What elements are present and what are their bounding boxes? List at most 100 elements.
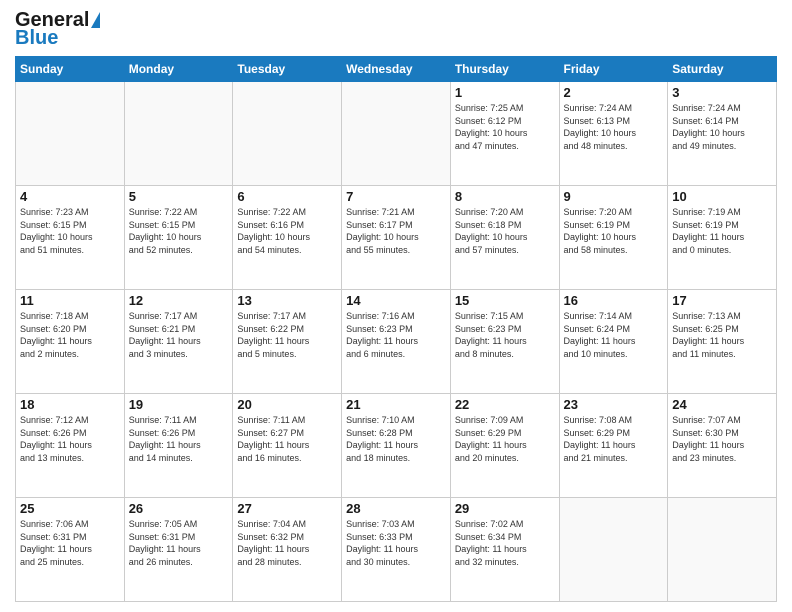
day-info: Sunrise: 7:11 AM Sunset: 6:26 PM Dayligh… xyxy=(129,414,229,464)
day-info: Sunrise: 7:23 AM Sunset: 6:15 PM Dayligh… xyxy=(20,206,120,256)
calendar-cell xyxy=(233,82,342,186)
calendar-cell: 3 Sunrise: 7:24 AM Sunset: 6:14 PM Daylig… xyxy=(668,82,777,186)
day-number: 2 xyxy=(564,85,664,100)
day-info: Sunrise: 7:14 AM Sunset: 6:24 PM Dayligh… xyxy=(564,310,664,360)
day-info: Sunrise: 7:15 AM Sunset: 6:23 PM Dayligh… xyxy=(455,310,555,360)
calendar-cell: 24Sunrise: 7:07 AM Sunset: 6:30 PM Dayli… xyxy=(668,394,777,498)
day-number: 9 xyxy=(564,189,664,204)
calendar-cell xyxy=(668,498,777,602)
day-info: Sunrise: 7:16 AM Sunset: 6:23 PM Dayligh… xyxy=(346,310,446,360)
calendar-cell: 22 Sunrise: 7:09 AM Sunset: 6:29 PM Dayli… xyxy=(450,394,559,498)
day-info: Sunrise: 7:24 AM Sunset: 6:14 PM Dayligh… xyxy=(672,102,772,152)
calendar-cell xyxy=(124,82,233,186)
calendar-cell: 16 Sunrise: 7:14 AM Sunset: 6:24 PM Dayli… xyxy=(559,290,668,394)
calendar-cell: 21Sunrise: 7:10 AM Sunset: 6:28 PM Dayli… xyxy=(342,394,451,498)
day-info: Sunrise: 7:18 AM Sunset: 6:20 PM Dayligh… xyxy=(20,310,120,360)
calendar-week-row: 11 Sunrise: 7:18 AM Sunset: 6:20 PM Dayli… xyxy=(16,290,777,394)
day-number: 11 xyxy=(20,293,120,308)
day-info: Sunrise: 7:02 AM Sunset: 6:34 PM Dayligh… xyxy=(455,518,555,568)
calendar-cell xyxy=(559,498,668,602)
calendar-cell: 19 Sunrise: 7:11 AM Sunset: 6:26 PM Dayli… xyxy=(124,394,233,498)
calendar-cell xyxy=(16,82,125,186)
day-number: 23 xyxy=(564,397,664,412)
day-info: Sunrise: 7:08 AM Sunset: 6:29 PM Dayligh… xyxy=(564,414,664,464)
calendar-cell: 29Sunrise: 7:02 AM Sunset: 6:34 PM Dayli… xyxy=(450,498,559,602)
calendar-cell: 26 Sunrise: 7:05 AM Sunset: 6:31 PM Dayli… xyxy=(124,498,233,602)
day-info: Sunrise: 7:25 AM Sunset: 6:12 PM Dayligh… xyxy=(455,102,555,152)
calendar-cell: 6 Sunrise: 7:22 AM Sunset: 6:16 PM Daylig… xyxy=(233,186,342,290)
day-number: 7 xyxy=(346,189,446,204)
calendar-cell: 8 Sunrise: 7:20 AM Sunset: 6:18 PM Daylig… xyxy=(450,186,559,290)
calendar-header-row: SundayMondayTuesdayWednesdayThursdayFrid… xyxy=(16,57,777,82)
calendar-cell: 4 Sunrise: 7:23 AM Sunset: 6:15 PM Daylig… xyxy=(16,186,125,290)
calendar-day-header: Sunday xyxy=(16,57,125,82)
day-number: 26 xyxy=(129,501,229,516)
calendar-day-header: Monday xyxy=(124,57,233,82)
day-number: 16 xyxy=(564,293,664,308)
logo-blue: Blue xyxy=(15,28,58,48)
calendar-cell: 1 Sunrise: 7:25 AM Sunset: 6:12 PM Daylig… xyxy=(450,82,559,186)
calendar-week-row: 1 Sunrise: 7:25 AM Sunset: 6:12 PM Daylig… xyxy=(16,82,777,186)
day-number: 4 xyxy=(20,189,120,204)
calendar-cell: 13Sunrise: 7:17 AM Sunset: 6:22 PM Dayli… xyxy=(233,290,342,394)
day-info: Sunrise: 7:22 AM Sunset: 6:15 PM Dayligh… xyxy=(129,206,229,256)
calendar-cell: 14 Sunrise: 7:16 AM Sunset: 6:23 PM Dayli… xyxy=(342,290,451,394)
day-info: Sunrise: 7:10 AM Sunset: 6:28 PM Dayligh… xyxy=(346,414,446,464)
calendar-week-row: 25 Sunrise: 7:06 AM Sunset: 6:31 PM Dayli… xyxy=(16,498,777,602)
day-info: Sunrise: 7:20 AM Sunset: 6:18 PM Dayligh… xyxy=(455,206,555,256)
day-number: 28 xyxy=(346,501,446,516)
calendar-day-header: Friday xyxy=(559,57,668,82)
day-number: 5 xyxy=(129,189,229,204)
day-info: Sunrise: 7:24 AM Sunset: 6:13 PM Dayligh… xyxy=(564,102,664,152)
day-info: Sunrise: 7:17 AM Sunset: 6:21 PM Dayligh… xyxy=(129,310,229,360)
calendar-cell: 10 Sunrise: 7:19 AM Sunset: 6:19 PM Dayli… xyxy=(668,186,777,290)
day-number: 1 xyxy=(455,85,555,100)
page: General Blue SundayMondayTuesdayWednesda… xyxy=(0,0,792,612)
day-info: Sunrise: 7:13 AM Sunset: 6:25 PM Dayligh… xyxy=(672,310,772,360)
calendar-cell: 15 Sunrise: 7:15 AM Sunset: 6:23 PM Dayli… xyxy=(450,290,559,394)
day-number: 19 xyxy=(129,397,229,412)
day-info: Sunrise: 7:22 AM Sunset: 6:16 PM Dayligh… xyxy=(237,206,337,256)
day-number: 22 xyxy=(455,397,555,412)
calendar-cell: 11 Sunrise: 7:18 AM Sunset: 6:20 PM Dayli… xyxy=(16,290,125,394)
calendar-cell: 20 Sunrise: 7:11 AM Sunset: 6:27 PM Dayli… xyxy=(233,394,342,498)
day-info: Sunrise: 7:06 AM Sunset: 6:31 PM Dayligh… xyxy=(20,518,120,568)
day-number: 10 xyxy=(672,189,772,204)
calendar-cell: 2 Sunrise: 7:24 AM Sunset: 6:13 PM Daylig… xyxy=(559,82,668,186)
calendar-cell: 27 Sunrise: 7:04 AM Sunset: 6:32 PM Dayli… xyxy=(233,498,342,602)
day-info: Sunrise: 7:09 AM Sunset: 6:29 PM Dayligh… xyxy=(455,414,555,464)
day-number: 18 xyxy=(20,397,120,412)
calendar-cell xyxy=(342,82,451,186)
day-info: Sunrise: 7:03 AM Sunset: 6:33 PM Dayligh… xyxy=(346,518,446,568)
calendar-day-header: Wednesday xyxy=(342,57,451,82)
day-info: Sunrise: 7:19 AM Sunset: 6:19 PM Dayligh… xyxy=(672,206,772,256)
day-number: 20 xyxy=(237,397,337,412)
day-number: 12 xyxy=(129,293,229,308)
day-info: Sunrise: 7:12 AM Sunset: 6:26 PM Dayligh… xyxy=(20,414,120,464)
day-info: Sunrise: 7:05 AM Sunset: 6:31 PM Dayligh… xyxy=(129,518,229,568)
calendar-day-header: Thursday xyxy=(450,57,559,82)
calendar-cell: 12 Sunrise: 7:17 AM Sunset: 6:21 PM Dayli… xyxy=(124,290,233,394)
day-number: 15 xyxy=(455,293,555,308)
day-number: 6 xyxy=(237,189,337,204)
day-info: Sunrise: 7:11 AM Sunset: 6:27 PM Dayligh… xyxy=(237,414,337,464)
calendar-day-header: Tuesday xyxy=(233,57,342,82)
day-info: Sunrise: 7:04 AM Sunset: 6:32 PM Dayligh… xyxy=(237,518,337,568)
day-info: Sunrise: 7:20 AM Sunset: 6:19 PM Dayligh… xyxy=(564,206,664,256)
day-number: 24 xyxy=(672,397,772,412)
day-number: 3 xyxy=(672,85,772,100)
logo-triangle-icon xyxy=(91,12,100,28)
day-number: 13 xyxy=(237,293,337,308)
calendar-table: SundayMondayTuesdayWednesdayThursdayFrid… xyxy=(15,56,777,602)
day-number: 27 xyxy=(237,501,337,516)
day-number: 8 xyxy=(455,189,555,204)
day-number: 25 xyxy=(20,501,120,516)
calendar-week-row: 4 Sunrise: 7:23 AM Sunset: 6:15 PM Daylig… xyxy=(16,186,777,290)
logo: General Blue xyxy=(15,10,100,48)
calendar-cell: 18 Sunrise: 7:12 AM Sunset: 6:26 PM Dayli… xyxy=(16,394,125,498)
calendar-cell: 7Sunrise: 7:21 AM Sunset: 6:17 PM Daylig… xyxy=(342,186,451,290)
calendar-cell: 17 Sunrise: 7:13 AM Sunset: 6:25 PM Dayli… xyxy=(668,290,777,394)
day-number: 14 xyxy=(346,293,446,308)
day-number: 17 xyxy=(672,293,772,308)
header: General Blue xyxy=(15,10,777,48)
